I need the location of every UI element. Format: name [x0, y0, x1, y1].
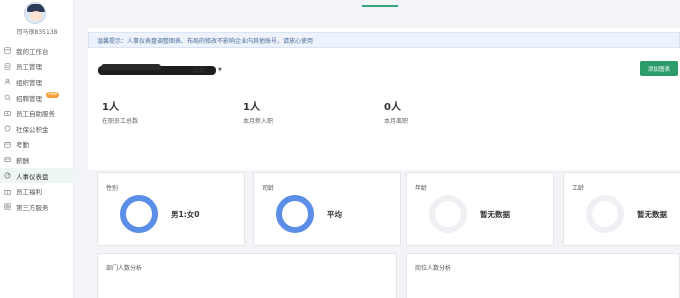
sidebar-item-label: 人事仪表盘	[16, 172, 49, 181]
sidebar-item-label: 员工福利	[16, 188, 42, 197]
company-label: 公司	[192, 66, 206, 74]
card-value: 男1:女0	[171, 210, 200, 219]
card-value: 暂无数据	[480, 210, 510, 219]
sidebar-item-staff[interactable]: 员工管理	[0, 59, 74, 75]
staff-icon	[4, 63, 11, 70]
panel-title: 岗位人数分析	[415, 265, 452, 272]
sidebar-item-workbench[interactable]: 我的工作台	[0, 43, 74, 59]
panel-department-headcount: 部门人数分析	[97, 253, 397, 298]
dashboard-header-panel: 温馨提示：人事仪表盘调整图表、布局的修改不影响企业内其他账号，请放心使用 公司 …	[88, 28, 680, 170]
donut-chart	[429, 195, 467, 233]
sidebar-item-label: 社保公积金	[16, 125, 49, 134]
third-party-icon	[4, 203, 11, 210]
sidebar-item-insurance[interactable]: 社保公积金	[0, 121, 74, 137]
card-work-years[interactable]: 工龄 暂无数据	[563, 172, 680, 246]
tab-indicator	[362, 5, 398, 7]
stat-departures: 0人 本月离职	[384, 98, 408, 125]
self-service-icon	[4, 110, 11, 117]
sidebar-item-label: 员工自助服务	[16, 110, 55, 119]
donut-chart	[586, 195, 624, 233]
panel-title: 部门人数分析	[106, 265, 143, 272]
card-age[interactable]: 年龄 暂无数据	[406, 172, 554, 246]
sidebar-item-salary[interactable]: 薪酬	[0, 152, 74, 168]
attendance-icon	[4, 141, 11, 148]
sidebar-item-attendance[interactable]: 考勤	[0, 137, 74, 153]
card-value: 平均	[327, 210, 342, 219]
sidebar-item-self-service[interactable]: 员工自助服务	[0, 105, 74, 121]
stat-label: 在职员工总数	[102, 118, 139, 125]
recruit-icon	[4, 94, 11, 101]
org-icon	[4, 78, 11, 85]
donut-chart	[120, 195, 158, 233]
stat-new-hires: 1人 本月新入职	[243, 98, 273, 125]
sidebar-item-label: 第三方服务	[16, 203, 49, 212]
card-value: 暂无数据	[637, 210, 667, 219]
panel-position-headcount: 岗位人数分析	[406, 253, 680, 298]
main-area: 温馨提示：人事仪表盘调整图表、布局的修改不影响企业内其他账号，请放心使用 公司 …	[74, 0, 680, 298]
donut-chart	[276, 195, 314, 233]
card-title: 司龄	[262, 185, 275, 192]
new-badge: new	[46, 91, 60, 98]
insurance-icon	[4, 125, 11, 132]
avatar-face	[30, 11, 42, 21]
sidebar-item-label: 考勤	[16, 141, 29, 150]
card-gender[interactable]: 性别 男1:女0	[97, 172, 245, 246]
stat-label: 本月离职	[384, 118, 409, 125]
sidebar-item-recruit[interactable]: 招聘管理 new	[0, 90, 74, 106]
sidebar-item-third-party[interactable]: 第三方服务	[0, 199, 74, 215]
sidebar-item-label: 招聘管理	[16, 94, 42, 103]
card-tenure[interactable]: 司龄 平均	[253, 172, 401, 246]
sidebar-item-label: 我的工作台	[16, 47, 49, 56]
salary-icon	[4, 156, 11, 163]
add-chart-button[interactable]: 添加图表	[640, 61, 678, 76]
card-title: 性别	[106, 185, 119, 192]
card-title: 年龄	[415, 185, 428, 192]
redacted-company-name-part	[101, 64, 161, 70]
sidebar-item-label: 组织管理	[16, 78, 42, 87]
sidebar-item-label: 薪酬	[16, 156, 29, 165]
company-selector[interactable]: 公司 ▼	[98, 64, 226, 78]
dashboard-icon	[4, 172, 11, 179]
stat-total-employees: 1人 在职员工总数	[102, 98, 138, 125]
stat-value: 1人	[102, 102, 119, 113]
sidebar-nav: 我的工作台 员工管理 组织管理 招聘管理 new 员工自助服务 社保公积金 考勤	[0, 43, 74, 215]
card-title: 工龄	[572, 185, 585, 192]
avatar[interactable]	[24, 2, 46, 24]
benefits-icon	[4, 188, 11, 195]
username: 司马很835138	[16, 29, 58, 36]
sidebar-item-dashboard[interactable]: 人事仪表盘	[0, 167, 74, 184]
metric-cards: 性别 男1:女0 司龄 平均 年龄 暂无数据 工龄 暂无数据	[88, 172, 680, 246]
sidebar-item-benefits[interactable]: 员工福利	[0, 183, 74, 199]
chevron-down-icon: ▼	[218, 67, 222, 73]
notice-banner: 温馨提示：人事仪表盘调整图表、布局的修改不影响企业内其他账号，请放心使用	[88, 32, 680, 48]
stat-value: 1人	[243, 102, 260, 113]
workbench-icon	[4, 47, 11, 54]
sidebar-item-org[interactable]: 组织管理	[0, 74, 74, 90]
sidebar: 司马很835138 我的工作台 员工管理 组织管理 招聘管理 new 员工自助服…	[0, 0, 74, 298]
sidebar-item-label: 员工管理	[16, 63, 42, 72]
stat-label: 本月新入职	[243, 118, 274, 125]
stat-value: 0人	[384, 102, 401, 113]
